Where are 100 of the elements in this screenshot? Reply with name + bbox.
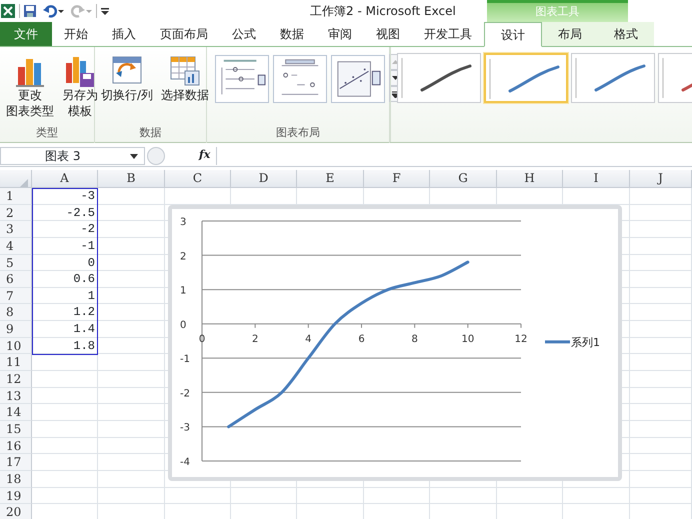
table-cell <box>630 438 692 454</box>
row-header[interactable]: 4 <box>0 238 32 255</box>
save-icon[interactable] <box>23 4 37 18</box>
table-cell <box>563 488 630 504</box>
row-header[interactable]: 19 <box>0 488 32 504</box>
chart-style-thumbnail[interactable] <box>397 53 481 103</box>
layout-thumbnail[interactable] <box>215 55 269 103</box>
table-cell <box>98 438 165 454</box>
table-cell <box>32 404 98 421</box>
row-header[interactable]: 16 <box>0 438 32 454</box>
insert-function-button[interactable]: fx <box>199 147 210 164</box>
table-cell <box>630 354 692 372</box>
table-cell <box>630 404 692 421</box>
ribbon-tab[interactable]: 数据 <box>268 21 316 46</box>
table-cell <box>98 488 165 504</box>
row-header[interactable]: 9 <box>0 321 32 338</box>
ribbon-tab[interactable]: 设计 <box>484 22 542 47</box>
file-tab[interactable]: 文件 <box>0 21 52 46</box>
row-header[interactable]: 11 <box>0 354 32 372</box>
table-cell: 0.6 <box>32 271 98 288</box>
name-box[interactable]: 图表 3 <box>0 146 145 164</box>
table-cell <box>98 271 165 288</box>
x-tick-label: 10 <box>461 334 474 345</box>
column-header[interactable]: I <box>563 170 630 188</box>
ribbon-tab[interactable]: 开发工具 <box>412 21 484 46</box>
change-chart-type-button[interactable]: 更改 图表类型 <box>4 51 56 125</box>
ribbon-tab[interactable]: 开始 <box>52 21 100 46</box>
table-cell <box>98 238 165 255</box>
table-cell <box>630 321 692 338</box>
table-cell <box>630 254 692 272</box>
y-tick-label: -1 <box>180 354 190 366</box>
row-header[interactable]: 2 <box>0 204 32 222</box>
column-header[interactable]: C <box>165 170 231 188</box>
row-header[interactable]: 13 <box>0 388 32 404</box>
table-cell <box>98 254 165 272</box>
ribbon-tab[interactable]: 布局 <box>542 21 598 46</box>
row-header[interactable]: 15 <box>0 420 32 438</box>
ribbon-tab[interactable]: 页面布局 <box>148 21 220 46</box>
row-header[interactable]: 17 <box>0 454 32 471</box>
redo-icon <box>71 4 85 18</box>
table-cell <box>98 354 165 372</box>
ribbon-tab[interactable]: 格式 <box>598 21 654 46</box>
column-header[interactable]: J <box>630 170 692 188</box>
column-header[interactable]: A <box>32 170 98 188</box>
table-cell <box>98 204 165 222</box>
chart-style-thumbnail[interactable] <box>484 53 568 103</box>
table-cell <box>630 470 692 488</box>
x-tick-label: 12 <box>514 334 528 345</box>
table-cell <box>32 438 98 454</box>
row-header[interactable]: 5 <box>0 254 32 272</box>
dropdown-icon[interactable] <box>130 154 138 160</box>
legend-label: 系列1 <box>571 336 600 349</box>
table-cell <box>32 420 98 438</box>
select-data-button[interactable]: 选择数据 <box>159 51 212 125</box>
ribbon-tab[interactable]: 插入 <box>100 21 148 46</box>
table-cell <box>32 454 98 471</box>
table-cell <box>630 271 692 288</box>
table-cell <box>98 454 165 471</box>
table-cell <box>32 371 98 388</box>
table-cell <box>630 288 692 304</box>
column-header[interactable]: E <box>297 170 364 188</box>
table-cell <box>165 488 231 504</box>
row-header[interactable]: 14 <box>0 404 32 421</box>
y-tick-label: 2 <box>180 251 186 262</box>
formula-bar-handle[interactable] <box>147 146 165 164</box>
column-header[interactable]: D <box>231 170 297 188</box>
row-header[interactable]: 3 <box>0 221 32 238</box>
column-header[interactable]: H <box>497 170 563 188</box>
legend-swatch <box>545 340 570 344</box>
switch-row-column-button[interactable]: 切换行/列 <box>99 51 156 125</box>
ribbon-tab[interactable]: 公式 <box>220 21 268 46</box>
save-as-template-button[interactable]: 另存为 模板 <box>60 51 100 125</box>
table-cell <box>32 354 98 372</box>
row-header[interactable]: 1 <box>0 188 32 205</box>
ribbon-tab[interactable]: 审阅 <box>316 21 364 46</box>
column-header[interactable]: F <box>364 170 430 188</box>
column-header[interactable]: B <box>98 170 165 188</box>
row-header[interactable]: 7 <box>0 288 32 304</box>
table-cell <box>98 321 165 338</box>
ribbon-tab[interactable]: 视图 <box>364 21 412 46</box>
row-header[interactable]: 18 <box>0 470 32 488</box>
layout-thumbnail[interactable] <box>331 55 385 103</box>
row-header[interactable]: 10 <box>0 338 32 354</box>
table-cell <box>630 204 692 222</box>
table-cell <box>630 304 692 322</box>
row-header[interactable]: 6 <box>0 271 32 288</box>
chart-style-thumbnail[interactable] <box>571 53 655 103</box>
column-header[interactable]: G <box>430 170 497 188</box>
layout-thumbnail[interactable] <box>273 55 327 103</box>
y-tick-label: -3 <box>180 422 190 434</box>
row-header[interactable]: 12 <box>0 371 32 388</box>
table-cell <box>630 420 692 438</box>
undo-icon[interactable] <box>43 4 57 18</box>
table-cell <box>32 488 98 504</box>
table-cell <box>630 454 692 471</box>
row-header[interactable]: 8 <box>0 304 32 322</box>
table-cell <box>98 338 165 354</box>
table-cell: -2.5 <box>32 204 98 222</box>
y-tick-label: 3 <box>180 217 186 228</box>
row-header[interactable]: 20 <box>0 504 32 519</box>
